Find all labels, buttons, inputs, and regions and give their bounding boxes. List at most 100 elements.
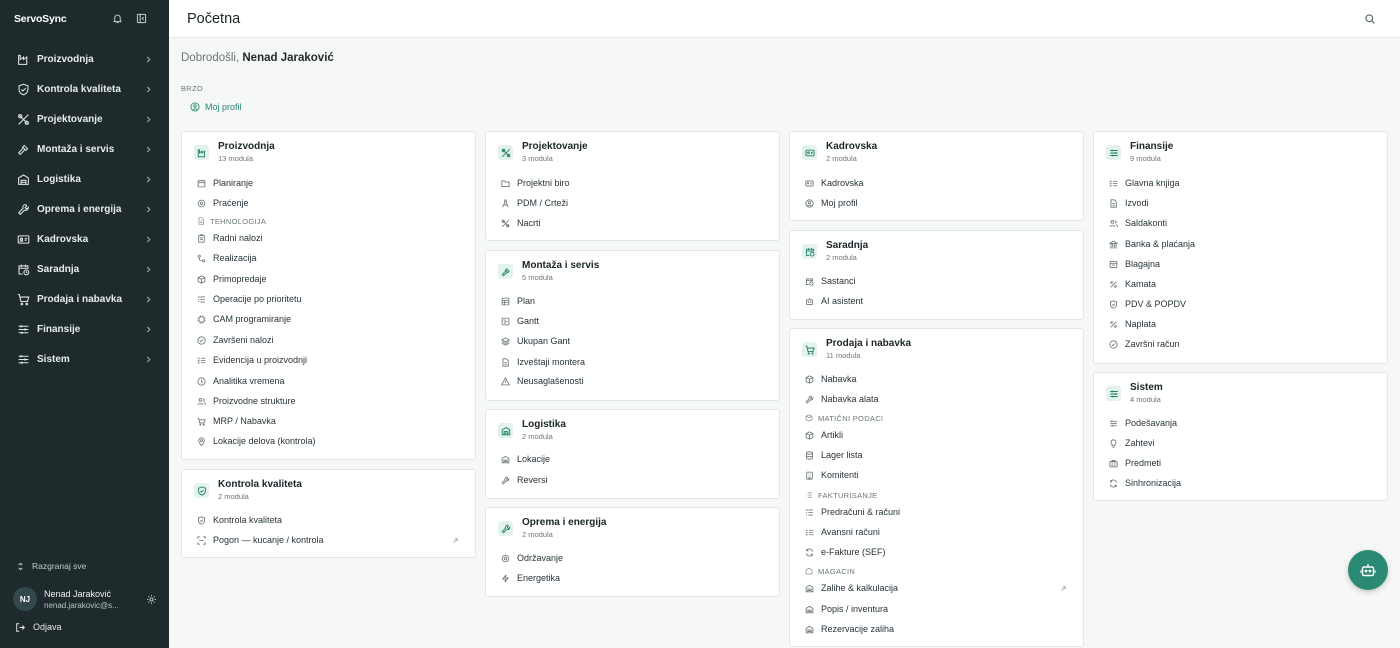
module-link-cam-programiranje[interactable]: CAM programiranje: [196, 311, 461, 327]
module-link-sastanci[interactable]: Sastanci: [804, 273, 1069, 289]
module-link-energetika[interactable]: Energetika: [500, 570, 765, 586]
package-icon: [804, 374, 814, 384]
module-link-zavrsni-racun[interactable]: Završni račun: [1108, 336, 1373, 352]
chevron-right-icon: [141, 115, 155, 123]
sidebar-item-logistika[interactable]: Logistika: [0, 167, 169, 191]
sidebar-item-montaza-i-servis[interactable]: Montaža i servis: [0, 137, 169, 161]
sidebar-item-sistem[interactable]: Sistem: [0, 347, 169, 371]
module-link-kontrola-kvaliteta[interactable]: Kontrola kvaliteta: [196, 512, 461, 528]
expand-all-button[interactable]: Razgranaj sve: [16, 559, 86, 573]
card-header[interactable]: Proizvodnja 13 modula: [194, 141, 275, 163]
quick-link-moj-profil[interactable]: Moj profil: [190, 102, 242, 112]
module-link-plan[interactable]: Plan: [500, 293, 765, 309]
module-link-avansni-racuni[interactable]: Avansni računi: [804, 524, 1069, 540]
card-header[interactable]: Prodaja i nabavka 11 modula: [802, 338, 911, 360]
module-link-sinhronizacija[interactable]: Sinhronizacija: [1108, 475, 1373, 491]
module-link-kamata[interactable]: Kamata: [1108, 276, 1373, 292]
module-link-projektni-biro[interactable]: Projektni biro: [500, 175, 765, 191]
card-header[interactable]: Oprema i energija 2 modula: [498, 517, 606, 539]
module-link-reversi[interactable]: Reversi: [500, 472, 765, 488]
module-link-gantt[interactable]: Gantt: [500, 313, 765, 329]
sidebar-item-proizvodnja[interactable]: Proizvodnja: [0, 47, 169, 71]
bell-icon[interactable]: [110, 11, 124, 25]
module-link-evidencija-u-proizvodnji[interactable]: Evidencija u proizvodnji: [196, 352, 461, 368]
module-link-operacije-po-prioritetu[interactable]: Operacije po prioritetu: [196, 291, 461, 307]
sidebar-item-kontrola-kvaliteta[interactable]: Kontrola kvaliteta: [0, 77, 169, 101]
module-link-saldakonti[interactable]: Saldakonti: [1108, 215, 1373, 231]
module-link-izvodi[interactable]: Izvodi: [1108, 195, 1373, 211]
module-link-pdv-popdv[interactable]: PDV & POPDV: [1108, 296, 1373, 312]
module-count: 9 modula: [1130, 154, 1161, 163]
module-link-glavna-knjiga[interactable]: Glavna knjiga: [1108, 175, 1373, 191]
collapse-sidebar-icon[interactable]: [134, 11, 148, 25]
module-link-realizacija[interactable]: Realizacija: [196, 250, 461, 266]
card-header[interactable]: Montaža i servis 5 modula: [498, 260, 599, 282]
module-count: 2 modula: [522, 530, 553, 539]
card-title: Prodaja i nabavka: [826, 338, 912, 349]
module-link-primopredaje[interactable]: Primopredaje: [196, 271, 461, 287]
search-icon[interactable]: [1363, 12, 1377, 26]
sidebar-item-kadrovska[interactable]: Kadrovska: [0, 227, 169, 251]
user-email: nenad.jarakovic@s...: [44, 600, 119, 610]
module-link-pogon-kucanje[interactable]: Pogon — kucanje / kontrola: [196, 532, 461, 548]
module-link-lokacije-delova[interactable]: Lokacije delova (kontrola): [196, 433, 461, 449]
ai-assistant-button[interactable]: [1348, 550, 1388, 590]
card-header[interactable]: Saradnja 2 modula: [802, 240, 868, 262]
users-icon: [1108, 218, 1118, 228]
card-header[interactable]: Kadrovska 2 modula: [802, 141, 877, 163]
avatar: NJ: [13, 587, 37, 611]
module-link-nacrti[interactable]: Nacrti: [500, 215, 765, 231]
module-link-kadrovska[interactable]: Kadrovska: [804, 175, 1069, 191]
module-link-rezervacije-zaliha[interactable]: Rezervacije zaliha: [804, 621, 1069, 637]
module-link-artikli[interactable]: Artikli: [804, 427, 1069, 443]
sidebar-item-oprema-i-energija[interactable]: Oprema i energija: [0, 197, 169, 221]
shield-check-icon: [1108, 299, 1118, 309]
module-link-popis-inventura[interactable]: Popis / inventura: [804, 601, 1069, 617]
module-link-pracenje[interactable]: Praćenje: [196, 195, 461, 211]
gear-icon[interactable]: [146, 594, 158, 605]
module-link-naplata[interactable]: Naplata: [1108, 316, 1373, 332]
module-link-zahtevi[interactable]: Zahtevi: [1108, 435, 1373, 451]
module-link-komitenti[interactable]: Komitenti: [804, 467, 1069, 483]
module-link-e-fakture[interactable]: e-Fakture (SEF): [804, 544, 1069, 560]
sidebar-item-prodaja-i-nabavka[interactable]: Prodaja i nabavka: [0, 287, 169, 311]
cpu-icon: [196, 314, 206, 324]
module-link-predmeti[interactable]: Predmeti: [1108, 455, 1373, 471]
sidebar-item-projektovanje[interactable]: Projektovanje: [0, 107, 169, 131]
module-link-izvestaji-montera[interactable]: Izveštaji montera: [500, 354, 765, 370]
module-link-mrp-nabavka[interactable]: MRP / Nabavka: [196, 413, 461, 429]
module-link-ai-asistent[interactable]: AI asistent: [804, 293, 1069, 309]
module-link-planiranje[interactable]: Planiranje: [196, 175, 461, 191]
logout-label: Odjava: [33, 622, 62, 632]
module-link-analitika-vremena[interactable]: Analitika vremena: [196, 373, 461, 389]
module-link-zavrseni-nalozi[interactable]: Završeni nalozi: [196, 332, 461, 348]
module-link-blagajna[interactable]: Blagajna: [1108, 256, 1373, 272]
module-link-banka-placanja[interactable]: Banka & plaćanja: [1108, 236, 1373, 252]
module-link-nabavka[interactable]: Nabavka: [804, 371, 1069, 387]
module-link-neusaglasenosti[interactable]: Neusaglašenosti: [500, 373, 765, 389]
module-link-lager-lista[interactable]: Lager lista: [804, 447, 1069, 463]
module-link-zalihe-kalkulacija[interactable]: Zalihe & kalkulacija: [804, 580, 1069, 596]
card-header[interactable]: Logistika 2 modula: [498, 419, 566, 441]
sidebar-item-label: Prodaja i nabavka: [37, 293, 123, 305]
module-link-predracuni-racuni[interactable]: Predračuni & računi: [804, 504, 1069, 520]
module-link-moj-profil[interactable]: Moj profil: [804, 195, 1069, 211]
module-link-odrzavanje[interactable]: Održavanje: [500, 550, 765, 566]
module-link-podesavanja[interactable]: Podešavanja: [1108, 415, 1373, 431]
logout-button[interactable]: Odjava: [15, 620, 62, 634]
module-link-radni-nalozi[interactable]: Radni nalozi: [196, 230, 461, 246]
card-header[interactable]: Finansije 9 modula: [1106, 141, 1173, 163]
module-link-lokacije[interactable]: Lokacije: [500, 451, 765, 467]
hammer-icon: [498, 264, 513, 279]
card-header[interactable]: Sistem 4 modula: [1106, 382, 1163, 404]
module-link-nabavka-alata[interactable]: Nabavka alata: [804, 391, 1069, 407]
module-link-pdm-crtezi[interactable]: PDM / Crteži: [500, 195, 765, 211]
card-header[interactable]: Projektovanje 3 modula: [498, 141, 588, 163]
module-link-ukupan-gant[interactable]: Ukupan Gant: [500, 333, 765, 349]
sidebar-item-label: Finansije: [37, 323, 81, 335]
sidebar-item-saradnja[interactable]: Saradnja: [0, 257, 169, 281]
card-header[interactable]: Kontrola kvaliteta 2 modula: [194, 479, 302, 501]
module-link-proizvodne-strukture[interactable]: Proizvodne strukture: [196, 393, 461, 409]
user-profile[interactable]: NJ Nenad Jaraković nenad.jarakovic@s...: [13, 585, 158, 613]
sidebar-item-finansije[interactable]: Finansije: [0, 317, 169, 341]
